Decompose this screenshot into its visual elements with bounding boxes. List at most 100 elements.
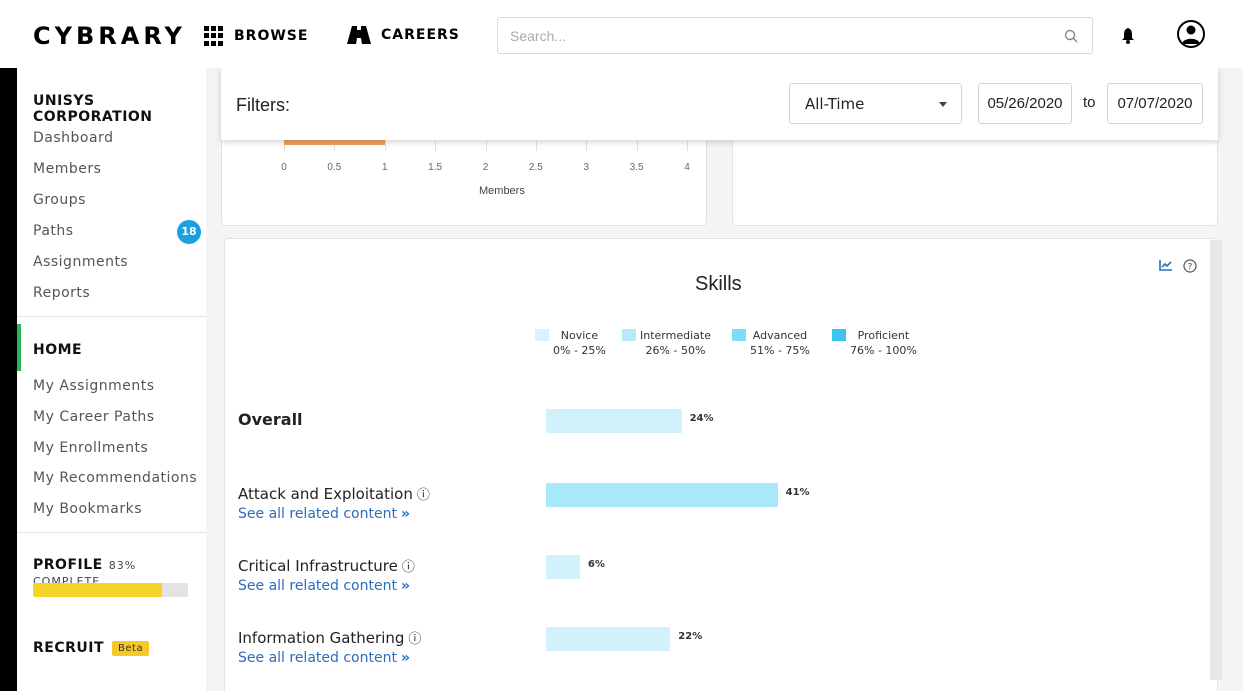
sidebar-item-my-career-paths[interactable]: My Career Paths <box>33 409 155 425</box>
user-avatar-icon[interactable] <box>1177 20 1205 48</box>
time-range-select[interactable]: All-Time <box>789 83 962 124</box>
legend-range: 51% - 75% <box>750 344 810 357</box>
see-all-label: See all related content <box>238 578 397 594</box>
see-all-link-attack-exploitation[interactable]: See all related content» <box>238 506 410 522</box>
legend-advanced: Advanced 51% - 75% <box>732 328 810 358</box>
browse-button[interactable]: BROWSE <box>204 26 308 46</box>
legend-swatch <box>832 329 846 341</box>
recruit-label: RECRUIT <box>33 640 105 656</box>
main-content: 0 0.5 1 1.5 2 2.5 3 3.5 4 Members Filters: All-T… <box>206 68 1243 691</box>
members-tick-label: 3 <box>583 162 590 173</box>
skill-bar[interactable] <box>546 555 580 579</box>
page-scrollbar[interactable] <box>1210 240 1222 680</box>
skill-bar[interactable] <box>546 627 671 651</box>
legend-intermediate: Intermediate 26% - 50% <box>622 328 711 358</box>
sidebar: UNISYS CORPORATION Dashboard Members Gro… <box>17 68 206 691</box>
date-range-separator: to <box>1083 94 1096 111</box>
help-icon[interactable]: ⓘ <box>408 632 421 647</box>
grid-icon <box>204 26 224 46</box>
members-tick-label: 1 <box>381 162 388 173</box>
search-icon[interactable] <box>1064 29 1078 43</box>
double-chevron-right-icon: » <box>400 578 410 594</box>
skill-name-information-gathering: Information Gathering ⓘ <box>238 628 421 647</box>
sidebar-item-assignments[interactable]: Assignments <box>33 254 128 270</box>
legend-novice: Novice 0% - 25% <box>535 328 606 358</box>
members-tick-label: 0.5 <box>327 162 342 173</box>
time-range-value: All-Time <box>805 95 865 113</box>
skill-label: Critical Infrastructure <box>238 557 398 575</box>
see-all-link-information-gathering[interactable]: See all related content» <box>238 650 410 666</box>
legend-swatch <box>622 329 636 341</box>
skill-label: Information Gathering <box>238 629 405 647</box>
careers-label: CAREERS <box>381 27 460 43</box>
sidebar-item-members[interactable]: Members <box>33 161 101 177</box>
double-chevron-right-icon: » <box>400 650 410 666</box>
members-tick-label: 2.5 <box>528 162 543 173</box>
double-chevron-right-icon: » <box>400 506 410 522</box>
skill-percent-label: 41% <box>785 487 810 498</box>
legend-label: Novice <box>560 329 599 342</box>
members-tick-label: 3.5 <box>629 162 644 173</box>
home-heading[interactable]: HOME <box>33 342 82 358</box>
top-navigation-bar: CYBRARY BROWSE CAREERS <box>0 0 1243 68</box>
help-icon[interactable]: ⓘ <box>402 560 415 575</box>
members-tick-label: 1.5 <box>428 162 443 173</box>
recruit-heading[interactable]: RECRUIT Beta <box>33 640 150 656</box>
sidebar-item-paths[interactable]: Paths <box>33 223 74 239</box>
filters-label: Filters: <box>236 95 290 115</box>
legend-swatch <box>535 329 549 341</box>
careers-button[interactable]: CAREERS <box>347 26 460 44</box>
skill-name-attack-exploitation: Attack and Exploitation ⓘ <box>238 484 430 503</box>
skill-percent-label: 24% <box>689 413 714 424</box>
bell-icon[interactable] <box>1121 28 1135 44</box>
search-bar <box>497 17 1093 54</box>
see-all-link-critical-infrastructure[interactable]: See all related content» <box>238 578 410 594</box>
skill-label: Attack and Exploitation <box>238 485 413 503</box>
filters-bar: Filters: All-Time 05/26/2020 to 07/07/20… <box>221 68 1218 140</box>
members-tick-label: 2 <box>482 162 489 173</box>
skill-percent-label: 22% <box>678 631 703 642</box>
help-icon[interactable]: ⓘ <box>417 488 430 503</box>
profile-label: PROFILE <box>33 557 103 573</box>
legend-range: 0% - 25% <box>553 344 606 357</box>
end-date-field[interactable]: 07/07/2020 <box>1107 83 1203 124</box>
caret-down-icon <box>939 102 947 107</box>
active-section-marker <box>17 324 21 371</box>
members-tick-label: 0 <box>281 162 287 173</box>
legend-swatch <box>732 329 746 341</box>
profile-progress-fill <box>33 583 162 597</box>
sidebar-item-my-recommendations[interactable]: My Recommendations <box>33 470 197 486</box>
sidebar-item-reports[interactable]: Reports <box>33 285 90 301</box>
sidebar-divider <box>17 316 206 317</box>
skill-percent-label: 6% <box>587 559 605 570</box>
skill-name-overall: Overall <box>238 410 303 429</box>
see-all-label: See all related content <box>238 506 397 522</box>
organization-name: UNISYS CORPORATION <box>33 93 153 125</box>
svg-text:?: ? <box>1188 263 1193 273</box>
legend-range: 76% - 100% <box>850 344 917 357</box>
sidebar-item-groups[interactable]: Groups <box>33 192 86 208</box>
sidebar-item-my-enrollments[interactable]: My Enrollments <box>33 440 148 456</box>
search-input[interactable] <box>510 26 1050 46</box>
profile-progress-bar <box>33 583 188 597</box>
legend-label: Proficient <box>857 329 910 342</box>
road-icon <box>347 26 371 44</box>
members-tick-label: 4 <box>684 162 690 173</box>
sidebar-divider <box>17 532 206 533</box>
legend-label: Advanced <box>752 329 808 342</box>
legend-range: 26% - 50% <box>645 344 706 357</box>
sidebar-item-my-bookmarks[interactable]: My Bookmarks <box>33 501 142 517</box>
skill-bar[interactable] <box>546 409 682 433</box>
legend-proficient: Proficient 76% - 100% <box>832 328 917 358</box>
start-date-field[interactable]: 05/26/2020 <box>978 83 1072 124</box>
help-icon[interactable]: ? <box>1183 259 1197 273</box>
skill-bar[interactable] <box>546 483 778 507</box>
sidebar-item-dashboard[interactable]: Dashboard <box>33 130 113 146</box>
skills-card: Skills ? Novice 0% - 25% Intermediate 26% … <box>224 238 1218 691</box>
legend-label: Intermediate <box>640 329 711 342</box>
see-all-label: See all related content <box>238 650 397 666</box>
skill-name-critical-infrastructure: Critical Infrastructure ⓘ <box>238 556 415 575</box>
line-chart-icon[interactable] <box>1159 259 1173 271</box>
sidebar-item-my-assignments[interactable]: My Assignments <box>33 378 155 394</box>
cybrary-logo[interactable]: CYBRARY <box>33 22 186 50</box>
